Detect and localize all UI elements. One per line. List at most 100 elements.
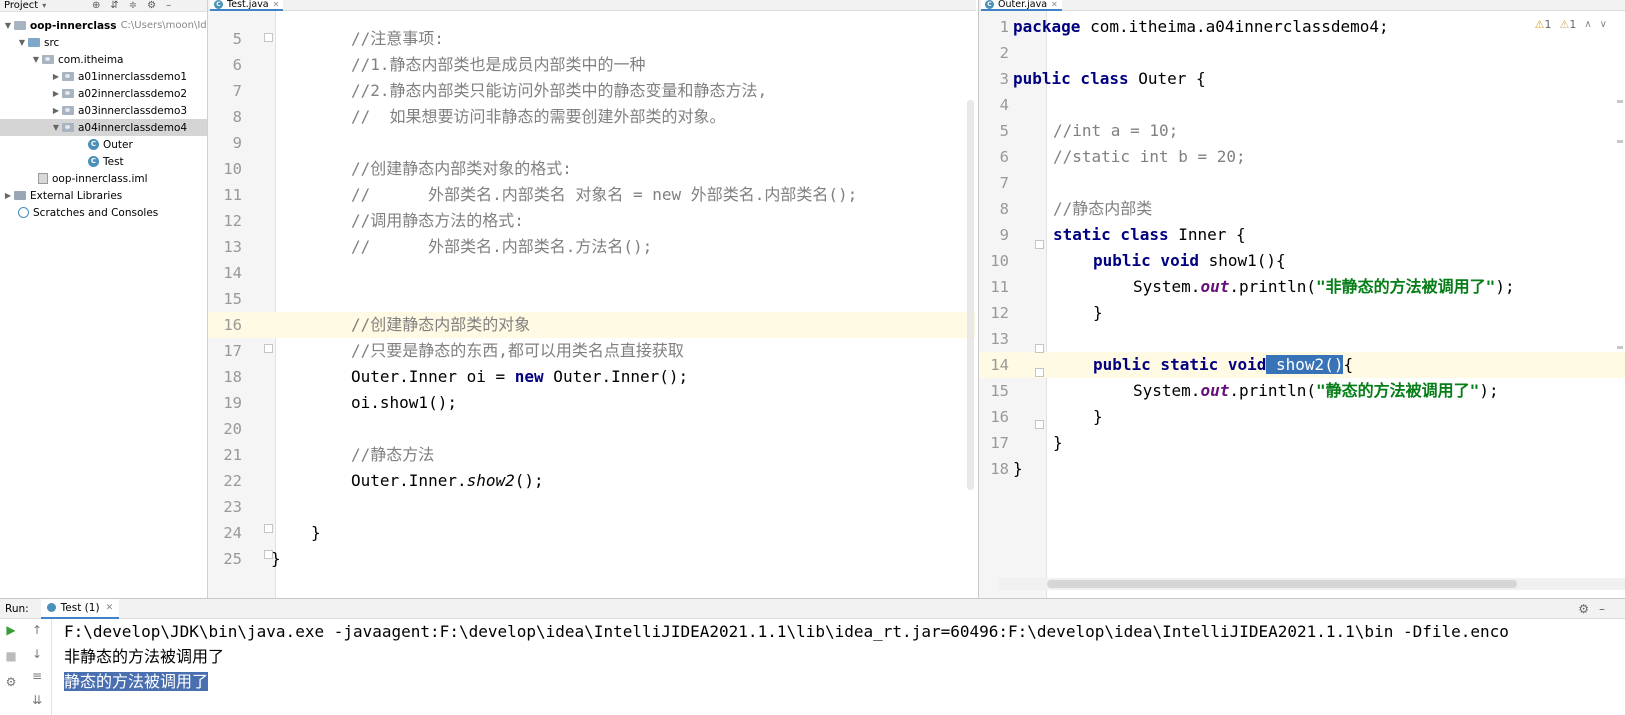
tree-item-outer-class[interactable]: C Outer xyxy=(88,136,133,153)
vertical-scrollbar[interactable] xyxy=(967,100,974,490)
gear-icon[interactable]: ⚙ xyxy=(1578,602,1589,616)
chevron-right-icon[interactable]: ▶ xyxy=(50,106,62,115)
tab-outer-java[interactable]: C Outer.java ✕ xyxy=(981,0,1062,11)
locate-icon[interactable]: ⊕ xyxy=(92,0,100,12)
code-line[interactable]: 9 xyxy=(208,130,976,156)
tree-item-iml[interactable]: oop-innerclass.iml xyxy=(38,170,148,187)
code-line[interactable]: 6 //static int b = 20; xyxy=(979,144,1625,170)
fold-marker-icon[interactable] xyxy=(264,524,273,533)
fold-marker-icon[interactable] xyxy=(264,33,273,42)
fold-marker-icon[interactable] xyxy=(264,344,273,353)
code-line[interactable]: 12} xyxy=(979,300,1625,326)
code-line[interactable]: 22 Outer.Inner.show2(); xyxy=(208,468,976,494)
scroll-thumb[interactable] xyxy=(1047,580,1517,588)
chevron-down-icon[interactable]: ▾ xyxy=(42,1,46,10)
tree-item-demo2[interactable]: ▶ a02innerclassdemo2 xyxy=(50,85,187,102)
code-line[interactable]: 23 xyxy=(208,494,976,520)
code-line[interactable]: 17 //只要是静态的东西,都可以用类名点直接获取 xyxy=(208,338,976,364)
code-line[interactable]: 8 //静态内部类 xyxy=(979,196,1625,222)
code-line[interactable]: 24} xyxy=(208,520,976,546)
chevron-down-icon[interactable]: ▼ xyxy=(50,123,62,132)
code-line[interactable]: 10 //创建静态内部类对象的格式: xyxy=(208,156,976,182)
stop-icon[interactable]: ■ xyxy=(4,649,18,663)
code-line[interactable]: 16} xyxy=(979,404,1625,430)
code-line[interactable]: 5 //int a = 10; xyxy=(979,118,1625,144)
tree-item-project-root[interactable]: ▼ oop-innerclass C:\Users\moon\Id xyxy=(2,17,207,34)
code-line[interactable]: 21 //静态方法 xyxy=(208,442,976,468)
gear-icon[interactable]: ⚙ xyxy=(147,0,156,12)
editor-outer-java[interactable]: C Outer.java ✕ ⚠1 ⚠1 ∧ ∨ 1 package com.it… xyxy=(978,0,1625,598)
code-line[interactable]: 5 //注意事项: xyxy=(208,26,976,52)
code-line[interactable]: 3 public class Outer { xyxy=(979,66,1625,92)
code-line[interactable]: 8 // 如果想要访问非静态的需要创建外部类的对象。 xyxy=(208,104,976,130)
fold-marker-icon[interactable] xyxy=(1035,368,1044,377)
console-line-selected[interactable]: 静态的方法被调用了 xyxy=(64,669,1625,694)
chevron-down-icon[interactable]: ▼ xyxy=(16,38,28,47)
minimize-icon[interactable]: – xyxy=(1599,602,1605,616)
fold-marker-icon[interactable] xyxy=(1035,240,1044,249)
chevron-right-icon[interactable]: ▶ xyxy=(50,89,62,98)
code-line[interactable]: 20 xyxy=(208,416,976,442)
code-line[interactable]: 11 // 外部类名.内部类名 对象名 = new 外部类名.内部类名(); xyxy=(208,182,976,208)
minimize-icon[interactable]: – xyxy=(166,0,171,12)
code-line[interactable]: 16 //创建静态内部类的对象 xyxy=(208,312,976,338)
arrow-down-icon[interactable]: ↓ xyxy=(30,647,44,661)
tree-item-demo1[interactable]: ▶ a01innerclassdemo1 xyxy=(50,68,187,85)
code-line[interactable]: 4 xyxy=(979,92,1625,118)
close-icon[interactable]: ✕ xyxy=(106,603,114,613)
scroll-to-end-icon[interactable]: ⇊ xyxy=(30,693,44,707)
fold-marker-icon[interactable] xyxy=(264,550,273,559)
code-line[interactable]: 14 xyxy=(208,260,976,286)
tree-item-package[interactable]: ▼ com.itheima xyxy=(30,51,124,68)
tab-run-test[interactable]: Test (1) ✕ xyxy=(40,598,120,619)
tree-item-test-class[interactable]: C Test xyxy=(88,153,124,170)
chevron-down-icon[interactable]: ▼ xyxy=(2,21,14,30)
chevron-right-icon[interactable]: ▶ xyxy=(50,72,62,81)
code-line[interactable]: 15 xyxy=(208,286,976,312)
code-line[interactable]: 15 System.out.println("静态的方法被调用了"); xyxy=(979,378,1625,404)
fold-marker-icon[interactable] xyxy=(1035,344,1044,353)
collapse-all-icon[interactable]: ⇵ xyxy=(110,0,118,12)
soft-wrap-icon[interactable]: ≡ xyxy=(30,669,44,683)
code-line[interactable]: 25} xyxy=(208,546,976,572)
restore-layout-icon[interactable]: ⚙ xyxy=(4,675,18,689)
code-line[interactable]: 17} xyxy=(979,430,1625,456)
tree-item-demo3[interactable]: ▶ a03innerclassdemo3 xyxy=(50,102,187,119)
tree-item-external-libraries[interactable]: ▶ External Libraries xyxy=(2,187,122,204)
code-line[interactable]: 19 oi.show1(); xyxy=(208,390,976,416)
code-line[interactable]: 13 // 外部类名.内部类名.方法名(); xyxy=(208,234,976,260)
code-line[interactable]: 12 //调用静态方法的格式: xyxy=(208,208,976,234)
scroll-marker[interactable] xyxy=(1617,140,1623,143)
code-line[interactable]: 14 public static void show2(){ xyxy=(979,352,1625,378)
tree-item-demo4[interactable]: ▼ a04innerclassdemo4 xyxy=(0,119,207,136)
selected-method-token[interactable]: show2() xyxy=(1266,355,1344,374)
code-line[interactable]: 10 public void show1(){ xyxy=(979,248,1625,274)
code-line[interactable]: 7 //2.静态内部类只能访问外部类中的静态变量和静态方法, xyxy=(208,78,976,104)
rerun-icon[interactable]: ▶ xyxy=(4,623,18,637)
scroll-marker[interactable] xyxy=(1617,346,1623,349)
tree-item-src[interactable]: ▼ src xyxy=(16,34,59,51)
chevron-down-icon[interactable]: ▼ xyxy=(30,55,42,64)
tree-item-scratches[interactable]: Scratches and Consoles xyxy=(18,204,158,221)
code-line[interactable]: 9 static class Inner { xyxy=(979,222,1625,248)
code-line[interactable]: 6 //1.静态内部类也是成员内部类中的一种 xyxy=(208,52,976,78)
chevron-right-icon[interactable]: ▶ xyxy=(2,191,14,200)
expand-icon[interactable]: ≑ xyxy=(129,0,137,12)
editor-test-java[interactable]: C Test.java ✕ 5 //注意事项: 6 //1.静态内部类也是成员内部类中… xyxy=(208,0,976,598)
code-line[interactable]: 18} xyxy=(979,456,1625,482)
code-line[interactable]: 18 Outer.Inner oi = new Outer.Inner(); xyxy=(208,364,976,390)
close-icon[interactable]: ✕ xyxy=(1051,0,1058,9)
fold-marker-icon[interactable] xyxy=(1035,420,1044,429)
code-line[interactable]: 1 package com.itheima.a04innerclassdemo4; xyxy=(979,14,1625,40)
scroll-marker[interactable] xyxy=(1617,100,1623,103)
tab-test-java[interactable]: C Test.java ✕ xyxy=(210,0,284,11)
project-header-title[interactable]: Project xyxy=(4,0,38,11)
code-line[interactable]: 13 xyxy=(979,326,1625,352)
code-line[interactable]: 11 System.out.println("非静态的方法被调用了"); xyxy=(979,274,1625,300)
horizontal-scrollbar[interactable] xyxy=(999,578,1625,590)
arrow-up-icon[interactable]: ↑ xyxy=(30,623,44,637)
code-line[interactable]: 2 xyxy=(979,40,1625,66)
code-line[interactable]: 7 xyxy=(979,170,1625,196)
close-icon[interactable]: ✕ xyxy=(273,0,280,9)
console-output[interactable]: F:\develop\JDK\bin\java.exe -javaagent:F… xyxy=(64,619,1625,715)
